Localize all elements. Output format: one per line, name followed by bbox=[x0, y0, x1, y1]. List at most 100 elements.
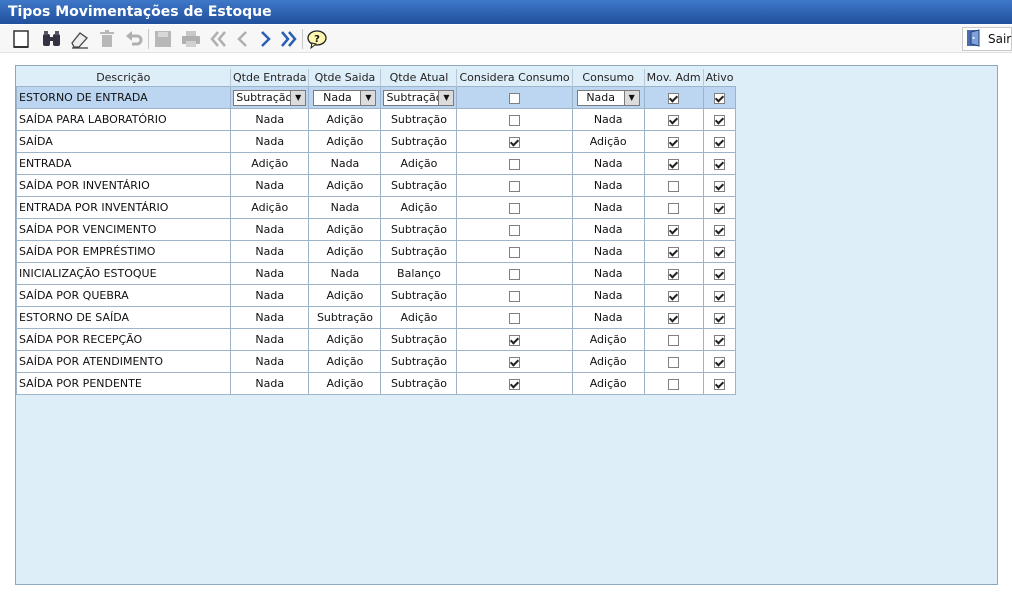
cell-qtde-atual[interactable]: Adição bbox=[380, 306, 458, 329]
chevron-down-icon[interactable]: ▼ bbox=[438, 90, 454, 105]
chevron-down-icon[interactable]: ▼ bbox=[360, 90, 376, 105]
cell-qtde-entrada[interactable]: Nada bbox=[229, 350, 310, 373]
col-considera-consumo[interactable]: Considera Consumo bbox=[456, 69, 573, 87]
help-icon[interactable]: ? bbox=[306, 28, 328, 50]
ativo-checkbox[interactable] bbox=[713, 114, 725, 126]
cell-descricao[interactable]: INICIALIZAÇÃO ESTOQUE bbox=[16, 262, 231, 285]
mov-adm-checkbox[interactable] bbox=[668, 312, 680, 324]
cell-qtde-atual[interactable]: Adição bbox=[380, 196, 458, 219]
cell-qtde-entrada[interactable]: Nada bbox=[229, 174, 310, 197]
cell-qtde-entrada[interactable]: Nada bbox=[229, 328, 310, 351]
qtde-saida-select[interactable]: Nada ▼ bbox=[313, 89, 377, 106]
eraser-icon[interactable] bbox=[68, 28, 90, 50]
considera-consumo-checkbox[interactable] bbox=[509, 92, 521, 104]
considera-consumo-checkbox[interactable] bbox=[509, 246, 521, 258]
prev-icon[interactable] bbox=[232, 28, 254, 50]
cell-consumo[interactable]: Adição bbox=[571, 372, 645, 395]
col-qtde-entrada[interactable]: Qtde Entrada bbox=[229, 69, 309, 87]
cell-descricao[interactable]: SAÍDA POR VENCIMENTO bbox=[16, 218, 231, 241]
mov-adm-checkbox[interactable] bbox=[668, 136, 680, 148]
ativo-checkbox[interactable] bbox=[713, 290, 725, 302]
cell-consumo[interactable]: Nada bbox=[571, 152, 645, 175]
cell-descricao[interactable]: SAÍDA POR QUEBRA bbox=[16, 284, 231, 307]
cell-consumo[interactable]: Nada bbox=[571, 108, 645, 131]
mov-adm-checkbox[interactable] bbox=[668, 290, 680, 302]
cell-descricao[interactable]: SAÍDA POR PENDENTE bbox=[16, 372, 231, 395]
cell-descricao[interactable]: SAÍDA POR EMPRÉSTIMO bbox=[16, 240, 231, 263]
cell-qtde-entrada[interactable]: Nada bbox=[229, 108, 310, 131]
cell-qtde-entrada[interactable]: Adição bbox=[229, 152, 310, 175]
cell-descricao[interactable]: SAÍDA POR ATENDIMENTO bbox=[16, 350, 231, 373]
undo-icon[interactable] bbox=[123, 28, 145, 50]
considera-consumo-checkbox[interactable] bbox=[509, 202, 521, 214]
ativo-checkbox[interactable] bbox=[713, 224, 725, 236]
chevron-down-icon[interactable]: ▼ bbox=[290, 90, 306, 105]
mov-adm-checkbox[interactable] bbox=[668, 202, 680, 214]
cell-qtde-atual[interactable]: Adição bbox=[380, 152, 458, 175]
cell-qtde-atual[interactable]: Subtração bbox=[380, 218, 458, 241]
cell-qtde-saida[interactable]: Adição bbox=[308, 284, 382, 307]
cell-qtde-saida[interactable]: Adição bbox=[308, 240, 382, 263]
ativo-checkbox[interactable] bbox=[713, 180, 725, 192]
cell-qtde-saida[interactable]: Adição bbox=[308, 218, 382, 241]
cell-consumo[interactable]: Nada bbox=[571, 218, 645, 241]
cell-descricao[interactable]: ENTRADA bbox=[16, 152, 231, 175]
table-row[interactable]: INICIALIZAÇÃO ESTOQUE Nada Nada Balanço Nada bbox=[16, 262, 737, 285]
cell-qtde-atual[interactable]: Subtração bbox=[380, 350, 458, 373]
col-consumo[interactable]: Consumo bbox=[571, 69, 645, 87]
cell-qtde-entrada[interactable]: Nada bbox=[229, 306, 310, 329]
delete-icon[interactable] bbox=[96, 28, 118, 50]
mov-adm-checkbox[interactable] bbox=[668, 224, 680, 236]
sair-button[interactable]: Sair bbox=[962, 27, 1012, 51]
qtde-atual-select[interactable]: Subtração ▼ bbox=[383, 89, 455, 106]
col-mov-adm[interactable]: Mov. Adm bbox=[643, 69, 704, 87]
table-row[interactable]: SAÍDA POR INVENTÁRIO Nada Adição Subtração N… bbox=[16, 174, 737, 197]
cell-qtde-entrada[interactable]: Nada bbox=[229, 240, 310, 263]
considera-consumo-checkbox[interactable] bbox=[509, 334, 521, 346]
cell-descricao[interactable]: ENTRADA POR INVENTÁRIO bbox=[16, 196, 231, 219]
cell-qtde-atual[interactable]: Subtração bbox=[380, 174, 458, 197]
last-icon[interactable] bbox=[277, 28, 299, 50]
cell-consumo[interactable]: Nada bbox=[571, 240, 645, 263]
cell-qtde-atual[interactable]: Subtração bbox=[380, 328, 458, 351]
cell-qtde-atual[interactable]: Subtração bbox=[380, 108, 458, 131]
ativo-checkbox[interactable] bbox=[713, 136, 725, 148]
cell-qtde-atual[interactable]: Subtração ▼ bbox=[380, 86, 458, 109]
cell-qtde-saida[interactable]: Nada bbox=[308, 152, 382, 175]
ativo-checkbox[interactable] bbox=[713, 202, 725, 214]
mov-adm-checkbox[interactable] bbox=[668, 246, 680, 258]
cell-qtde-entrada[interactable]: Nada bbox=[229, 130, 310, 153]
table-row[interactable]: ESTORNO DE SAÍDA Nada Subtração Adição Nada bbox=[16, 306, 737, 329]
considera-consumo-checkbox[interactable] bbox=[509, 180, 521, 192]
cell-qtde-entrada[interactable]: Nada bbox=[229, 262, 310, 285]
cell-descricao[interactable]: SAÍDA PARA LABORATÓRIO bbox=[16, 108, 231, 131]
table-row[interactable]: SAÍDA Nada Adição Subtração Adição bbox=[16, 130, 737, 153]
ativo-checkbox[interactable] bbox=[713, 378, 725, 390]
cell-consumo[interactable]: Nada bbox=[571, 174, 645, 197]
first-icon[interactable] bbox=[208, 28, 230, 50]
considera-consumo-checkbox[interactable] bbox=[509, 312, 521, 324]
considera-consumo-checkbox[interactable] bbox=[509, 378, 521, 390]
cell-qtde-entrada[interactable]: Adição bbox=[229, 196, 310, 219]
considera-consumo-checkbox[interactable] bbox=[509, 356, 521, 368]
ativo-checkbox[interactable] bbox=[713, 158, 725, 170]
cell-consumo[interactable]: Nada bbox=[571, 284, 645, 307]
table-row[interactable]: SAÍDA POR ATENDIMENTO Nada Adição Subtração… bbox=[16, 350, 737, 373]
ativo-checkbox[interactable] bbox=[713, 268, 725, 280]
table-row[interactable]: SAÍDA POR VENCIMENTO Nada Adição Subtração N… bbox=[16, 218, 737, 241]
cell-descricao[interactable]: ESTORNO DE SAÍDA bbox=[16, 306, 231, 329]
cell-descricao[interactable]: SAÍDA POR RECEPÇÃO bbox=[16, 328, 231, 351]
save-icon[interactable] bbox=[152, 28, 174, 50]
cell-qtde-saida[interactable]: Adição bbox=[308, 108, 382, 131]
col-descricao[interactable]: Descrição bbox=[16, 69, 231, 87]
table-row[interactable]: SAÍDA POR RECEPÇÃO Nada Adição Subtração Adi… bbox=[16, 328, 737, 351]
print-icon[interactable] bbox=[180, 28, 202, 50]
cell-qtde-entrada[interactable]: Nada bbox=[229, 372, 310, 395]
qtde-entrada-select[interactable]: Subtração ▼ bbox=[233, 89, 307, 106]
consumo-select[interactable]: Nada ▼ bbox=[576, 89, 640, 106]
cell-consumo[interactable]: Adição bbox=[571, 130, 645, 153]
considera-consumo-checkbox[interactable] bbox=[509, 290, 521, 302]
table-row[interactable]: ENTRADA POR INVENTÁRIO Adição Nada Adição Na… bbox=[16, 196, 737, 219]
cell-qtde-saida[interactable]: Adição bbox=[308, 130, 382, 153]
cell-qtde-saida[interactable]: Nada bbox=[308, 262, 382, 285]
